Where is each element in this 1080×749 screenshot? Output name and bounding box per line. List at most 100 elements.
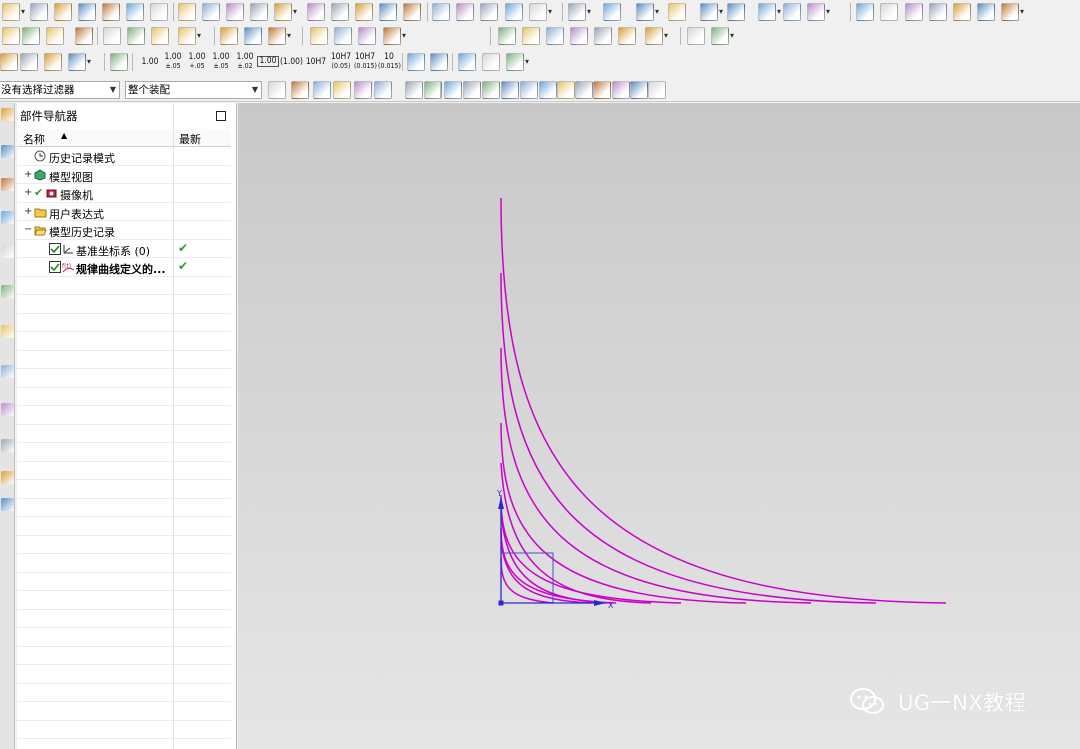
dimension-style-button[interactable]: 1.00 ±.05 bbox=[210, 53, 232, 71]
toolbar-tool-icon[interactable] bbox=[226, 3, 244, 21]
chevron-down-icon[interactable]: ▾ bbox=[1020, 7, 1024, 16]
chevron-down-icon[interactable]: ▾ bbox=[777, 7, 781, 16]
tree-item-model-history[interactable]: − 模型历史记录 bbox=[17, 221, 231, 240]
toolbar-tool-icon[interactable] bbox=[250, 3, 268, 21]
toolbar-tool-icon[interactable] bbox=[333, 81, 351, 99]
expand-icon[interactable]: + bbox=[24, 169, 32, 180]
toolbar-tool-icon[interactable] bbox=[783, 3, 801, 21]
resource-tab-icon[interactable] bbox=[1, 471, 14, 484]
dimension-style-button[interactable]: 10H7 bbox=[305, 58, 327, 67]
toolbar-tool-icon[interactable] bbox=[202, 3, 220, 21]
resource-tab-icon[interactable] bbox=[1, 439, 14, 452]
toolbar-tool-icon[interactable] bbox=[458, 53, 476, 71]
law-curve[interactable] bbox=[500, 497, 682, 604]
chevron-down-icon[interactable]: ▾ bbox=[293, 7, 297, 16]
tree-item-history-mode[interactable]: 历史记录模式 bbox=[17, 147, 231, 166]
toolbar-tool-icon[interactable] bbox=[727, 3, 745, 21]
toolbar-tool-icon[interactable] bbox=[383, 27, 401, 45]
expand-icon[interactable]: + bbox=[24, 187, 32, 198]
toolbar-tool-icon[interactable] bbox=[379, 3, 397, 21]
law-curve[interactable] bbox=[500, 542, 592, 604]
toolbar-tool-icon[interactable] bbox=[126, 3, 144, 21]
toolbar-tool-icon[interactable] bbox=[529, 3, 547, 21]
toolbar-tool-icon[interactable] bbox=[463, 81, 481, 99]
toolbar-tool-icon[interactable] bbox=[630, 81, 648, 99]
tree-item-law-curve[interactable]: f(t) 规律曲线定义的... ✔ bbox=[17, 258, 231, 277]
toolbar-tool-icon[interactable] bbox=[807, 3, 825, 21]
toolbar-tool-icon[interactable] bbox=[546, 27, 564, 45]
toolbar-tool-icon[interactable] bbox=[46, 27, 64, 45]
chevron-down-icon[interactable]: ▾ bbox=[548, 7, 552, 16]
resource-tab-icon[interactable] bbox=[1, 365, 14, 378]
resource-tab-icon[interactable] bbox=[1, 498, 14, 511]
toolbar-tool-icon[interactable] bbox=[700, 3, 718, 21]
tree-item-model-views[interactable]: + 模型视图 bbox=[17, 166, 231, 184]
toolbar-tool-icon[interactable] bbox=[520, 81, 538, 99]
toolbar-tool-icon[interactable] bbox=[102, 3, 120, 21]
toolbar-tool-icon[interactable] bbox=[618, 27, 636, 45]
toolbar-tool-icon[interactable] bbox=[568, 3, 586, 21]
toolbar-tool-icon[interactable] bbox=[668, 3, 686, 21]
chevron-down-icon[interactable]: ▾ bbox=[719, 7, 723, 16]
toolbar-tool-icon[interactable] bbox=[103, 27, 121, 45]
checkbox-checked-icon[interactable] bbox=[49, 261, 61, 273]
toolbar-tool-icon[interactable] bbox=[645, 27, 663, 45]
chevron-down-icon[interactable]: ▾ bbox=[826, 7, 830, 16]
toolbar-tool-icon[interactable] bbox=[482, 81, 500, 99]
tree-item-datum-csys[interactable]: 基准坐标系 (0) ✔ bbox=[17, 240, 231, 258]
toolbar-tool-icon[interactable] bbox=[20, 53, 38, 71]
toolbar-tool-icon[interactable] bbox=[291, 81, 309, 99]
toolbar-tool-icon[interactable] bbox=[557, 81, 575, 99]
toolbar-tool-icon[interactable] bbox=[313, 81, 331, 99]
toolbar-tool-icon[interactable] bbox=[355, 3, 373, 21]
toolbar-tool-icon[interactable] bbox=[268, 81, 286, 99]
chevron-down-icon[interactable]: ▾ bbox=[402, 31, 406, 40]
graphics-window[interactable]: Y X bbox=[238, 103, 1080, 749]
resource-tab-icon[interactable] bbox=[1, 108, 14, 121]
toolbar-tool-icon[interactable] bbox=[407, 53, 425, 71]
chevron-down-icon[interactable]: ▾ bbox=[21, 7, 25, 16]
toolbar-tool-icon[interactable] bbox=[1001, 3, 1019, 21]
toolbar-tool-icon[interactable] bbox=[354, 81, 372, 99]
toolbar-tool-icon[interactable] bbox=[358, 27, 376, 45]
toolbar-tool-icon[interactable] bbox=[480, 3, 498, 21]
chevron-down-icon[interactable]: ▾ bbox=[287, 31, 291, 40]
dimension-style-button[interactable]: 10H7 (0.015) bbox=[354, 53, 377, 71]
toolbar-tool-icon[interactable] bbox=[929, 3, 947, 21]
toolbar-tool-icon[interactable] bbox=[856, 3, 874, 21]
chevron-down-icon[interactable]: ▾ bbox=[87, 57, 91, 66]
toolbar-tool-icon[interactable] bbox=[498, 27, 516, 45]
toolbar-tool-icon[interactable] bbox=[593, 81, 611, 99]
column-latest-header[interactable]: 最新 bbox=[179, 131, 201, 147]
selection-scope-select[interactable]: 整个装配 ▼ bbox=[125, 81, 262, 99]
toolbar-tool-icon[interactable] bbox=[405, 81, 423, 99]
toolbar-tool-icon[interactable] bbox=[54, 3, 72, 21]
toolbar-tool-icon[interactable] bbox=[403, 3, 421, 21]
toolbar-tool-icon[interactable] bbox=[444, 81, 462, 99]
chevron-down-icon[interactable]: ▾ bbox=[525, 57, 529, 66]
toolbar-tool-icon[interactable] bbox=[331, 3, 349, 21]
resource-tab-icon[interactable] bbox=[1, 245, 14, 258]
toolbar-tool-icon[interactable] bbox=[220, 27, 238, 45]
dimension-style-button[interactable]: 1.00 bbox=[139, 58, 161, 67]
toolbar-tool-icon[interactable] bbox=[110, 53, 128, 71]
dimension-style-button[interactable]: 1.00 bbox=[257, 56, 279, 67]
toolbar-tool-icon[interactable] bbox=[44, 53, 62, 71]
toolbar-tool-icon[interactable] bbox=[274, 3, 292, 21]
toolbar-tool-icon[interactable] bbox=[505, 3, 523, 21]
toolbar-tool-icon[interactable] bbox=[482, 53, 500, 71]
toolbar-tool-icon[interactable] bbox=[977, 3, 995, 21]
toolbar-tool-icon[interactable] bbox=[905, 3, 923, 21]
toolbar-tool-icon[interactable] bbox=[711, 27, 729, 45]
toolbar-tool-icon[interactable] bbox=[636, 3, 654, 21]
dimension-style-button[interactable]: 1.00 ±.05 bbox=[162, 53, 184, 71]
toolbar-tool-icon[interactable] bbox=[456, 3, 474, 21]
toolbar-tool-icon[interactable] bbox=[68, 53, 86, 71]
toolbar-tool-icon[interactable] bbox=[539, 81, 557, 99]
toolbar-tool-icon[interactable] bbox=[151, 27, 169, 45]
toolbar-tool-icon[interactable] bbox=[570, 27, 588, 45]
toolbar-tool-icon[interactable] bbox=[244, 27, 262, 45]
toolbar-tool-icon[interactable] bbox=[307, 3, 325, 21]
checkbox-checked-icon[interactable] bbox=[49, 242, 61, 255]
toolbar-tool-icon[interactable] bbox=[594, 27, 612, 45]
